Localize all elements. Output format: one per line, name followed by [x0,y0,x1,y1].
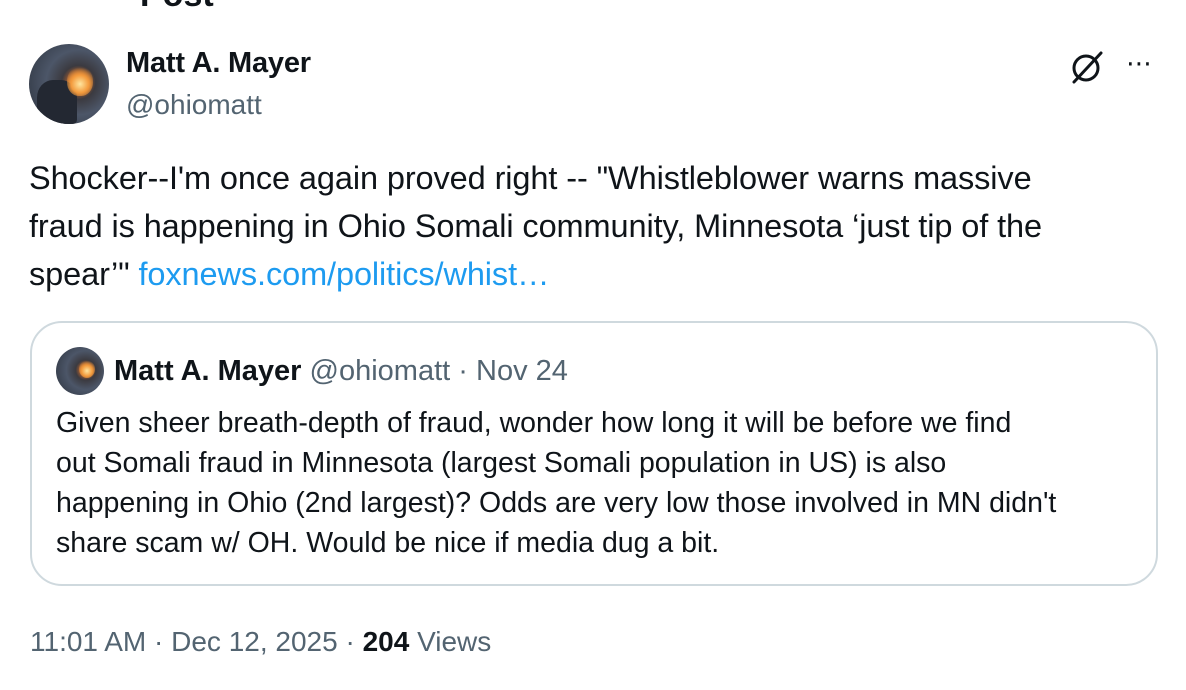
avatar[interactable] [29,44,109,124]
page-title: Post [140,0,214,15]
avatar-fire [67,66,93,96]
quoted-post-card[interactable]: Matt A. Mayer @ohiomatt · Nov 24 Given s… [30,321,1158,586]
author-name[interactable]: Matt A. Mayer [126,47,311,80]
quoted-avatar-fire [79,360,95,378]
post-time[interactable]: 11:01 AM [30,626,146,657]
quoted-post-text: Given sheer breath-depth of fraud, wonde… [56,403,1146,563]
quoted-post-author-name: Matt A. Mayer [114,355,302,387]
meta-separator: · [337,626,363,657]
meta-separator: · [146,626,172,657]
quoted-post-avatar [56,347,104,395]
views-label: Views [409,626,492,657]
post-text-line: fraud is happening in Ohio Somali commun… [29,208,1042,244]
more-icon[interactable]: ⋯ [1126,50,1153,76]
quoted-post-text-line: share scam w/ OH. Would be nice if media… [56,527,720,559]
quoted-post-text-line: Given sheer breath-depth of fraud, wonde… [56,407,1012,439]
post-text-fragment: spear’" [29,256,139,292]
post-text-line: Shocker--I'm once again proved right -- … [29,160,1032,196]
grok-icon[interactable] [1068,48,1106,86]
post-text: Shocker--I'm once again proved right -- … [29,154,1159,298]
post-date[interactable]: Dec 12, 2025 [171,626,338,657]
quoted-post-author-handle: @ohiomatt [309,355,451,387]
quoted-post-date: Nov 24 [476,355,568,387]
quoted-post-text-line: out Somali fraud in Minnesota (largest S… [56,447,947,479]
quoted-post-separator: · [458,355,468,387]
quoted-post-header: Matt A. Mayer @ohiomatt · Nov 24 [114,355,568,388]
views-count: 204 [362,626,410,657]
post-link[interactable]: foxnews.com/politics/whist… [139,256,550,292]
author-handle[interactable]: @ohiomatt [126,89,262,121]
post-text-line-last: spear’" foxnews.com/politics/whist… [29,250,1159,298]
quoted-post-text-line: happening in Ohio (2nd largest)? Odds ar… [56,487,1057,519]
post-meta: 11:01 AM · Dec 12, 2025 · 204 Views [30,626,491,658]
